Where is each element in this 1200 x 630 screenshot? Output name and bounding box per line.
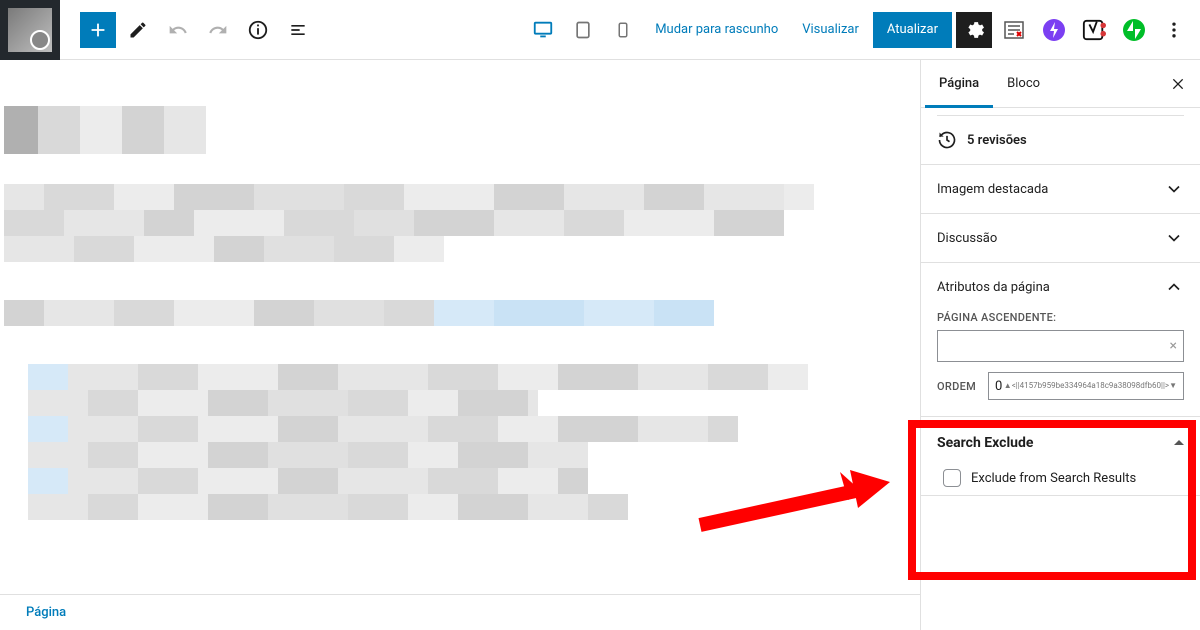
chevron-up-icon <box>1164 277 1184 297</box>
caret-up-icon <box>1174 438 1184 448</box>
gear-icon <box>963 19 985 41</box>
chevron-down-icon <box>1164 228 1184 248</box>
tab-block[interactable]: Bloco <box>993 60 1054 108</box>
close-icon <box>1170 76 1186 92</box>
outline-button[interactable] <box>280 12 316 48</box>
panel-discussion-toggle[interactable]: Discussão <box>921 214 1200 262</box>
top-toolbar: Mudar para rascunho Visualizar Atualizar <box>0 0 1200 60</box>
editor-canvas[interactable]: Página <box>0 60 920 630</box>
panel-discussion: Discussão <box>921 214 1200 263</box>
panel-page-attributes-toggle[interactable]: Atributos da página <box>921 263 1200 311</box>
add-block-button[interactable] <box>80 12 116 48</box>
yoast-icon <box>1082 18 1106 42</box>
bolt-circle-icon <box>1042 18 1066 42</box>
plugin-jetpack-button[interactable] <box>1116 12 1152 48</box>
parent-page-label: PÁGINA ASCENDENTE: <box>937 311 1184 324</box>
edit-mode-button[interactable] <box>120 12 156 48</box>
clear-icon[interactable]: × <box>1170 338 1177 354</box>
tablet-icon <box>573 20 593 40</box>
device-desktop-button[interactable] <box>525 12 561 48</box>
device-mobile-button[interactable] <box>605 12 641 48</box>
panel-discussion-title: Discussão <box>937 231 997 246</box>
revisions-label: 5 revisões <box>967 133 1027 148</box>
switch-to-draft-button[interactable]: Mudar para rascunho <box>645 12 788 48</box>
plus-icon <box>87 19 109 41</box>
panel-search-exclude: Search Exclude Exclude from Search Resul… <box>921 417 1200 496</box>
block-breadcrumb[interactable]: Página <box>0 594 920 630</box>
sidebar-tabs: Página Bloco <box>921 60 1200 108</box>
chevron-down-icon <box>1164 179 1184 199</box>
list-icon <box>288 20 308 40</box>
panel-page-attributes: Atributos da página PÁGINA ASCENDENTE: ×… <box>921 263 1200 417</box>
desktop-icon <box>532 19 554 41</box>
revisions-row[interactable]: 5 revisões <box>921 116 1200 165</box>
panel-featured-image-title: Imagem destacada <box>937 182 1048 197</box>
settings-sidebar: Página Bloco 5 revisões Imagem destacada <box>920 60 1200 630</box>
exclude-checkbox-row[interactable]: Exclude from Search Results <box>943 469 1184 487</box>
update-button[interactable]: Atualizar <box>873 12 952 48</box>
panel-search-exclude-toggle[interactable]: Search Exclude <box>937 435 1184 451</box>
jetpack-icon <box>1122 18 1146 42</box>
history-icon <box>937 130 957 150</box>
order-input[interactable]: 0 ▲<||4157b959be334964a18c9a38098dfb60||… <box>988 372 1184 400</box>
exclude-checkbox[interactable] <box>943 469 961 487</box>
undo-button[interactable] <box>160 12 196 48</box>
notes-icon <box>1002 18 1026 42</box>
order-value: 0 <box>995 379 1002 394</box>
undo-icon <box>168 20 188 40</box>
info-button[interactable] <box>240 12 276 48</box>
panel-search-exclude-title: Search Exclude <box>937 435 1033 451</box>
settings-button[interactable] <box>956 12 992 48</box>
site-avatar[interactable] <box>0 0 60 60</box>
preview-button[interactable]: Visualizar <box>792 12 869 48</box>
device-tablet-button[interactable] <box>565 12 601 48</box>
info-icon <box>247 19 269 41</box>
close-sidebar-button[interactable] <box>1160 66 1196 102</box>
panel-featured-image: Imagem destacada <box>921 165 1200 214</box>
order-label: ORDEM <box>937 380 976 393</box>
more-vertical-icon <box>1164 20 1184 40</box>
redo-button[interactable] <box>200 12 236 48</box>
plugin-notes-button[interactable] <box>996 12 1032 48</box>
redo-icon <box>208 20 228 40</box>
panel-page-attributes-title: Atributos da página <box>937 280 1050 295</box>
tab-page[interactable]: Página <box>925 60 993 108</box>
plugin-purple-button[interactable] <box>1036 12 1072 48</box>
panel-next-truncated[interactable]: ███ ██ ████ <box>921 496 1200 520</box>
parent-page-select[interactable]: × <box>937 330 1184 362</box>
pencil-icon <box>128 20 148 40</box>
exclude-checkbox-label: Exclude from Search Results <box>971 471 1136 486</box>
editor-body: Página Página Bloco 5 revisões Imagem de… <box>0 60 1200 630</box>
panel-featured-image-toggle[interactable]: Imagem destacada <box>921 165 1200 213</box>
sidebar-scroll[interactable]: 5 revisões Imagem destacada Discussão At… <box>921 108 1200 630</box>
post-content-placeholder <box>0 60 920 520</box>
mobile-icon <box>614 21 632 39</box>
plugin-yoast-button[interactable] <box>1076 12 1112 48</box>
more-menu-button[interactable] <box>1156 12 1192 48</box>
spinner-buttons[interactable]: ▲<||4157b959be334964a18c9a38098dfb60||>▼ <box>1004 383 1177 389</box>
